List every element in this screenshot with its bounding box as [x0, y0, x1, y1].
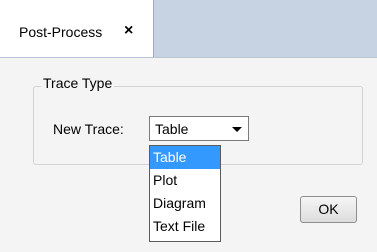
new-trace-select[interactable]: Table	[149, 116, 249, 141]
tab-post-process[interactable]: Post-Process ×	[0, 0, 154, 57]
dropdown-option-plot[interactable]: Plot	[150, 169, 220, 192]
group-title: Trace Type	[41, 75, 115, 91]
dropdown-option-diagram[interactable]: Diagram	[150, 192, 220, 215]
tab-label: Post-Process	[19, 24, 103, 40]
dropdown-list: Table Plot Diagram Text File	[149, 145, 221, 242]
selected-value: Table	[155, 121, 189, 137]
close-icon[interactable]: ×	[124, 22, 133, 40]
ok-button[interactable]: OK	[300, 196, 357, 223]
dropdown-option-table[interactable]: Table	[150, 146, 220, 169]
dropdown-arrow-icon	[232, 127, 242, 132]
dropdown-option-text-file[interactable]: Text File	[150, 215, 220, 238]
tab-strip: Post-Process ×	[0, 0, 377, 57]
new-trace-label: New Trace:	[53, 121, 124, 137]
